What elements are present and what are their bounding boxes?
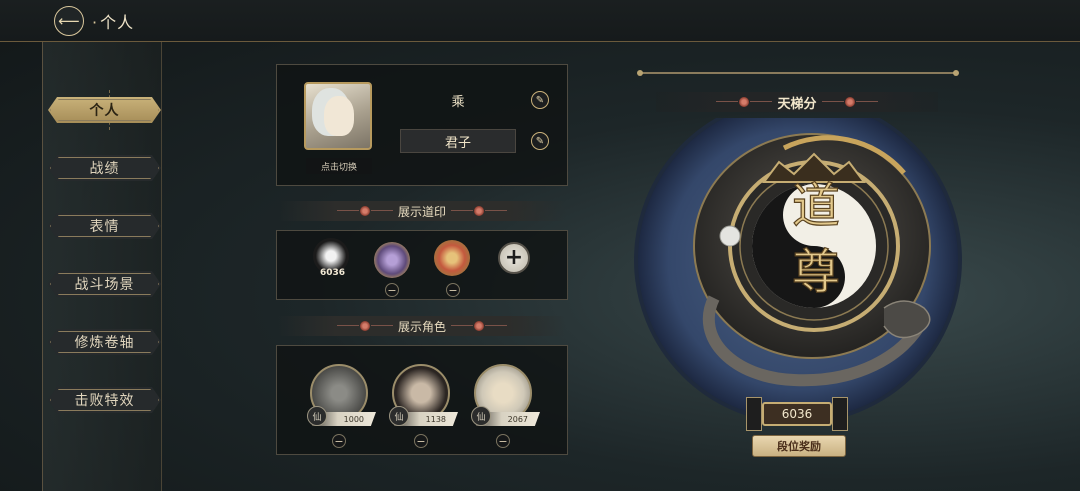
sidebar-item-label: 击败特效 xyxy=(74,393,135,409)
pearl-icon xyxy=(719,225,741,247)
ladder-title: 天梯分 xyxy=(777,96,817,112)
avatar-portrait xyxy=(324,96,354,136)
flower-ornament-icon xyxy=(716,97,773,107)
player-title: 君子 xyxy=(400,129,516,153)
top-bar: ⟵ 个人 xyxy=(0,0,1080,42)
pen-icon: ✎ xyxy=(535,94,545,106)
sidebar-item-label: 个人 xyxy=(89,103,120,119)
sidebar-item-personal[interactable]: 个人 xyxy=(48,97,161,123)
edit-name-button[interactable]: ✎ xyxy=(531,91,549,109)
pen-icon: ✎ xyxy=(535,135,545,147)
ladder-score: 6036 xyxy=(762,402,832,426)
flower-ornament-icon xyxy=(336,321,393,331)
avatar[interactable] xyxy=(304,82,372,150)
seals-section-title: 展示道印 xyxy=(397,204,446,219)
flower-ornament-icon xyxy=(451,206,507,216)
flower-ornament-icon xyxy=(336,206,393,216)
seals-section-header: 展示道印 xyxy=(278,201,566,221)
character-badge: 仙 xyxy=(471,406,491,426)
plus-icon: + xyxy=(504,245,524,270)
sidebar-item-scroll[interactable]: 修炼卷轴 xyxy=(48,329,161,355)
remove-character-button[interactable]: − xyxy=(332,434,346,448)
remove-character-button[interactable]: − xyxy=(496,434,510,448)
ladder-divider xyxy=(637,70,959,76)
page-title: 个人 xyxy=(92,9,134,33)
seal-value: 6036 xyxy=(320,268,346,278)
sidebar-item-label: 战绩 xyxy=(89,161,120,177)
edit-title-button[interactable]: ✎ xyxy=(531,132,549,150)
avatar-switch-label[interactable]: 点击切换 xyxy=(306,158,372,174)
rank-rewards-button[interactable]: 段位奖励 xyxy=(752,435,846,457)
back-button[interactable]: ⟵ xyxy=(54,6,84,36)
score-wing-left xyxy=(746,397,762,431)
sidebar-item-record[interactable]: 战绩 xyxy=(48,155,161,181)
remove-seal-button[interactable]: − xyxy=(446,283,460,297)
sidebar-item-label: 表情 xyxy=(89,219,120,235)
sidebar-item-battle-scene[interactable]: 战斗场景 xyxy=(48,271,161,297)
sidebar-item-label: 修炼卷轴 xyxy=(74,335,135,351)
rank-emblem-graphic: 道尊 xyxy=(634,96,962,424)
flower-ornament-icon xyxy=(821,97,878,107)
character-badge: 仙 xyxy=(307,406,327,426)
gold-seal-icon[interactable] xyxy=(434,240,470,276)
purple-seal-icon[interactable] xyxy=(374,242,410,278)
remove-character-button[interactable]: − xyxy=(414,434,428,448)
character-badge: 仙 xyxy=(389,406,409,426)
flower-ornament-icon xyxy=(451,321,507,331)
add-seal-button[interactable]: + xyxy=(498,242,530,274)
remove-seal-button[interactable]: − xyxy=(385,283,399,297)
sidebar-item-emote[interactable]: 表情 xyxy=(48,213,161,239)
characters-section-header: 展示角色 xyxy=(278,316,566,336)
score-wing-right xyxy=(832,397,848,431)
back-arrow-icon: ⟵ xyxy=(58,12,80,30)
characters-section-title: 展示角色 xyxy=(397,319,446,334)
sidebar-item-defeat-effect[interactable]: 击败特效 xyxy=(48,387,161,413)
player-name: 乘 xyxy=(451,94,465,110)
rank-emblem[interactable]: 道尊 xyxy=(634,96,964,424)
ladder-title-bar: 天梯分 xyxy=(656,92,938,112)
sidebar-item-label: 战斗场景 xyxy=(74,277,135,293)
